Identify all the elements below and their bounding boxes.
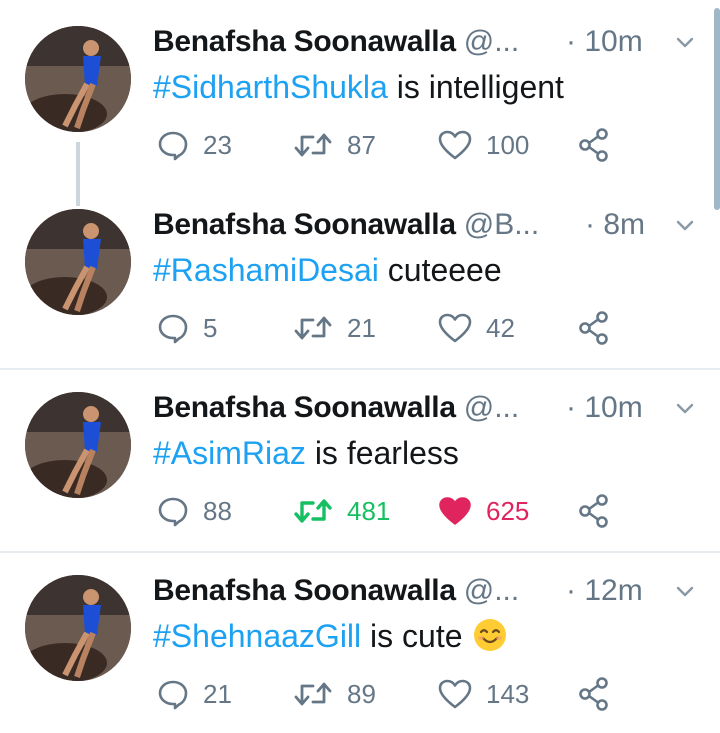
tweet-text: #AsimRiaz is fearless (153, 433, 459, 473)
tweet-header: Benafsha Soonawalla @... · 10m (153, 388, 694, 428)
heart-icon (438, 679, 472, 709)
retweet-icon (294, 682, 332, 706)
smiling-face-emoji-icon (474, 619, 507, 651)
retweet-icon (294, 316, 332, 340)
tweet-item[interactable]: Benafsha Soonawalla @... · 12m #ShehnaazG… (0, 549, 720, 731)
author-handle[interactable]: @... (464, 574, 519, 607)
tweet-body: is cute (361, 618, 472, 654)
reply-button[interactable]: 21 (157, 671, 232, 717)
tweet-time[interactable]: · 12m (566, 571, 643, 611)
retweet-icon (294, 499, 332, 523)
retweet-button[interactable]: 21 (293, 305, 376, 351)
tweet-actions: 88 481 625 (0, 488, 720, 534)
avatar[interactable] (25, 575, 131, 681)
reply-icon (158, 314, 188, 344)
retweet-button[interactable]: 89 (293, 671, 376, 717)
retweet-button[interactable]: 87 (293, 122, 376, 168)
tweet-text: #SidharthShukla is intelligent (153, 67, 564, 107)
tweet-body: is intelligent (387, 69, 564, 105)
hashtag-link[interactable]: #ShehnaazGill (153, 618, 361, 654)
tweet-item[interactable]: Benafsha Soonawalla @B... · 8m #RashamiDe… (0, 183, 720, 365)
tweet-body: cuteeee (378, 252, 502, 288)
tweet-actions: 5 21 42 (0, 305, 720, 351)
tweet-text: #ShehnaazGill is cute (153, 616, 507, 656)
like-count: 625 (486, 495, 530, 526)
tweet-time[interactable]: · 10m (566, 22, 643, 62)
reply-button[interactable]: 23 (157, 122, 232, 168)
author-handle[interactable]: @B... (464, 208, 539, 241)
author-name[interactable]: Benafsha Soonawalla (153, 25, 456, 58)
share-button[interactable] (578, 671, 610, 717)
tweet-text: #RashamiDesai cuteeee (153, 250, 502, 290)
retweet-button[interactable]: 481 (293, 488, 390, 534)
tweet-time[interactable]: · 8m (585, 205, 645, 245)
like-count: 100 (486, 129, 530, 160)
retweet-count: 21 (347, 312, 376, 343)
reply-button[interactable]: 88 (157, 488, 232, 534)
reply-icon (158, 131, 188, 161)
reply-icon (158, 680, 188, 710)
tweet-header: Benafsha Soonawalla @B... · 8m (153, 205, 694, 245)
chevron-down-icon[interactable] (676, 583, 694, 601)
share-button[interactable] (578, 488, 610, 534)
tweet-item[interactable]: Benafsha Soonawalla @... · 10m #SidharthS… (0, 0, 720, 182)
share-icon (579, 128, 608, 162)
hashtag-link[interactable]: #SidharthShukla (153, 69, 388, 105)
tweet-actions: 21 89 143 (0, 671, 720, 717)
tweet-header: Benafsha Soonawalla @... · 12m (153, 571, 694, 611)
avatar[interactable] (25, 209, 131, 315)
share-icon (579, 311, 608, 345)
author-handle[interactable]: @... (464, 25, 519, 58)
author-name[interactable]: Benafsha Soonawalla (153, 574, 456, 607)
reply-button[interactable]: 5 (157, 305, 217, 351)
share-icon (579, 494, 608, 528)
tweet-body: is fearless (305, 435, 459, 471)
retweet-icon (294, 133, 332, 157)
retweet-count: 89 (347, 678, 376, 709)
heart-icon (438, 130, 472, 160)
heart-filled-icon (439, 497, 471, 525)
retweet-count: 481 (347, 495, 391, 526)
like-button[interactable]: 625 (438, 488, 529, 534)
chevron-down-icon[interactable] (676, 217, 694, 235)
hashtag-link[interactable]: #AsimRiaz (153, 435, 306, 471)
reply-count: 5 (203, 312, 218, 343)
chevron-down-icon[interactable] (676, 34, 694, 52)
author-name[interactable]: Benafsha Soonawalla (153, 391, 456, 424)
reply-count: 88 (203, 495, 232, 526)
reply-icon (158, 497, 188, 527)
tweet-item[interactable]: Benafsha Soonawalla @... · 10m #AsimRiaz … (0, 366, 720, 548)
chevron-down-icon[interactable] (676, 400, 694, 418)
avatar[interactable] (25, 26, 131, 132)
heart-icon (438, 313, 472, 343)
share-button[interactable] (578, 305, 610, 351)
hashtag-link[interactable]: #RashamiDesai (153, 252, 379, 288)
like-count: 143 (486, 678, 530, 709)
like-count: 42 (486, 312, 515, 343)
reply-count: 23 (203, 129, 232, 160)
like-button[interactable]: 100 (438, 122, 529, 168)
author-name[interactable]: Benafsha Soonawalla (153, 208, 456, 241)
share-button[interactable] (578, 122, 610, 168)
tweet-time[interactable]: · 10m (566, 388, 643, 428)
retweet-count: 87 (347, 129, 376, 160)
tweet-actions: 23 87 100 (0, 122, 720, 168)
reply-count: 21 (203, 678, 232, 709)
like-button[interactable]: 143 (438, 671, 529, 717)
share-icon (579, 677, 608, 711)
avatar[interactable] (25, 392, 131, 498)
like-button[interactable]: 42 (438, 305, 515, 351)
tweet-header: Benafsha Soonawalla @... · 10m (153, 22, 694, 62)
author-handle[interactable]: @... (464, 391, 519, 424)
